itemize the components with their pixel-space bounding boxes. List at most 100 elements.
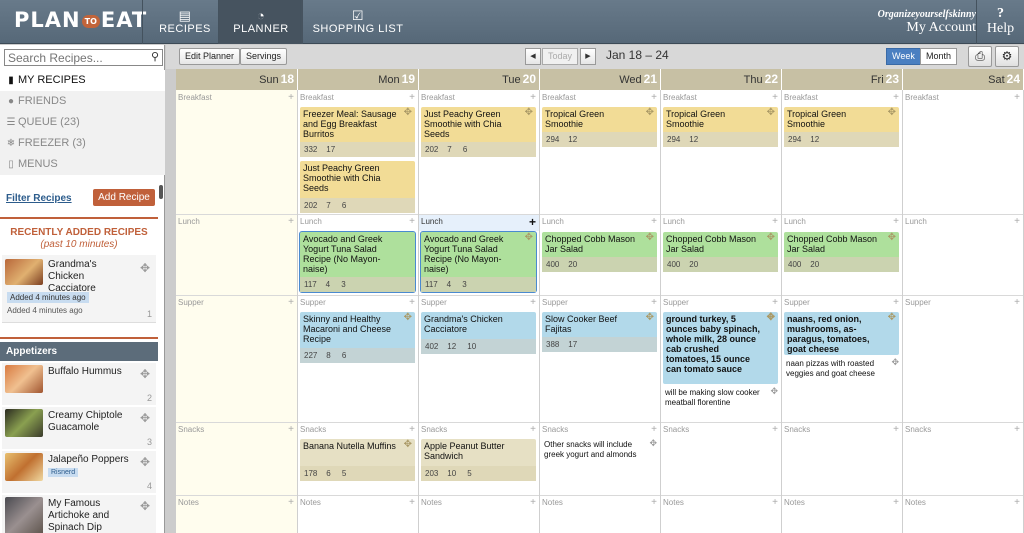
- add-icon[interactable]: +: [288, 497, 294, 508]
- recipe-card[interactable]: Skinny and Healthy Macaroni and Cheese R…: [300, 312, 415, 363]
- recipe-card[interactable]: Avocado and Greek Yogurt Tuna Salad Reci…: [420, 231, 537, 293]
- edit-planner-button[interactable]: Edit Planner: [179, 48, 241, 65]
- recipe-item[interactable]: My Famous Artichoke and Spinach Dip ✥: [2, 495, 156, 533]
- add-icon[interactable]: +: [530, 497, 536, 508]
- meal-note[interactable]: will be making slow cooker meatball flo­…: [665, 388, 769, 408]
- sidebar-item-menus[interactable]: ▯ MENUS: [0, 154, 165, 175]
- sidebar-item-friends[interactable]: ● FRIENDS: [0, 91, 165, 112]
- nav-shopping-list[interactable]: ☑ SHOPPING LIST: [300, 0, 415, 44]
- add-icon[interactable]: +: [893, 297, 899, 308]
- drag-handle-icon[interactable]: ✥: [138, 411, 152, 425]
- move-icon[interactable]: ✥: [525, 108, 533, 118]
- add-icon[interactable]: +: [409, 216, 415, 227]
- add-icon[interactable]: +: [409, 497, 415, 508]
- today-button[interactable]: Today: [542, 48, 578, 65]
- add-icon[interactable]: +: [651, 216, 657, 227]
- add-icon[interactable]: +: [651, 297, 657, 308]
- recipe-card[interactable]: naans, red onion, mushrooms, as­paragus,…: [784, 312, 899, 355]
- meal-note[interactable]: Other snacks will include greek yogurt a…: [544, 440, 648, 460]
- recipe-card[interactable]: Avocado and Greek Yogurt Tuna Salad Reci…: [299, 231, 416, 293]
- move-icon[interactable]: ✥: [891, 357, 899, 368]
- recipe-card[interactable]: Tropical Green Smoothie ✥ 294 12: [784, 107, 899, 147]
- recipe-card[interactable]: Tropical Green Smoothie ✥ 294 12: [542, 107, 657, 147]
- add-icon[interactable]: +: [1014, 297, 1020, 308]
- recipe-card[interactable]: Chopped Cobb Ma­son Jar Salad ✥ 400 20: [542, 232, 657, 272]
- move-icon[interactable]: ✥: [767, 108, 775, 118]
- add-icon[interactable]: +: [651, 424, 657, 435]
- sidebar-item-freezer[interactable]: ❄ FREEZER (3): [0, 133, 165, 154]
- servings-button[interactable]: Servings: [240, 48, 288, 65]
- scrollbar-thumb[interactable]: [159, 185, 163, 199]
- add-icon[interactable]: +: [530, 424, 536, 435]
- add-icon[interactable]: +: [409, 92, 415, 103]
- move-icon[interactable]: ✥: [646, 233, 654, 243]
- nav-planner[interactable]: ◔ PLANNER: [218, 0, 303, 44]
- prev-week-icon[interactable]: ◀: [525, 48, 541, 65]
- add-icon[interactable]: +: [529, 215, 536, 229]
- sidebar-item-queue[interactable]: ☰ QUEUE (23): [0, 112, 165, 133]
- week-view-button[interactable]: Week: [886, 48, 921, 65]
- add-icon[interactable]: +: [530, 297, 536, 308]
- add-icon[interactable]: +: [1014, 497, 1020, 508]
- drag-handle-icon[interactable]: ✥: [138, 261, 152, 275]
- add-icon[interactable]: +: [288, 297, 294, 308]
- move-icon[interactable]: ✥: [646, 313, 654, 323]
- add-icon[interactable]: +: [651, 497, 657, 508]
- add-recipe-button[interactable]: Add Recipe: [93, 189, 155, 206]
- move-icon[interactable]: ✥: [404, 108, 412, 118]
- add-icon[interactable]: +: [893, 497, 899, 508]
- drag-handle-icon[interactable]: ✥: [138, 455, 152, 469]
- add-icon[interactable]: +: [288, 216, 294, 227]
- move-icon[interactable]: ✥: [770, 386, 778, 397]
- add-icon[interactable]: +: [651, 92, 657, 103]
- recipe-card[interactable]: Chopped Cobb Ma­son Jar Salad ✥ 400 20: [784, 232, 899, 272]
- recipe-card[interactable]: Apple Peanut Butter Sandwich 203 10 5: [421, 439, 536, 481]
- add-icon[interactable]: +: [893, 92, 899, 103]
- gear-icon[interactable]: ⚙: [995, 46, 1019, 67]
- recipe-card[interactable]: Grandma's Chicken Cacciatore 402 12 10: [421, 312, 536, 354]
- section-header[interactable]: Appetizers: [0, 342, 158, 361]
- recipe-card[interactable]: Freezer Meal: Sausage and Egg Breakfast …: [300, 107, 415, 157]
- recipe-card[interactable]: Slow Cooker Beef Fajitas ✥ 388 17: [542, 312, 657, 352]
- my-account[interactable]: Organizeyourselfskinny My Account: [868, 9, 976, 36]
- add-icon[interactable]: +: [288, 424, 294, 435]
- recipe-card[interactable]: Banana Nutella Muffins ✥ 178 6 5: [300, 439, 415, 481]
- add-icon[interactable]: +: [409, 424, 415, 435]
- add-icon[interactable]: +: [893, 424, 899, 435]
- add-icon[interactable]: +: [530, 92, 536, 103]
- move-icon[interactable]: ✥: [767, 233, 775, 243]
- search-input[interactable]: [5, 50, 135, 65]
- recipe-item[interactable]: Grandma's Chicken Cacciatore ✥ Added 4 m…: [2, 255, 156, 323]
- add-icon[interactable]: +: [772, 497, 778, 508]
- move-icon[interactable]: ✥: [767, 313, 775, 323]
- recipe-item[interactable]: Jalapeño Poppers Risnerd ✥ 4: [2, 451, 156, 493]
- add-icon[interactable]: +: [772, 424, 778, 435]
- add-icon[interactable]: +: [772, 216, 778, 227]
- move-icon[interactable]: ✥: [525, 233, 533, 243]
- month-view-button[interactable]: Month: [920, 48, 958, 65]
- move-icon[interactable]: ✥: [404, 440, 412, 450]
- sidebar-scrollbar[interactable]: [158, 185, 165, 533]
- recipe-card[interactable]: Tropical Green Smoothie ✥ 294 12: [663, 107, 778, 147]
- move-icon[interactable]: ✥: [888, 313, 896, 323]
- recipe-card[interactable]: ground turkey, 5 ounces baby spinach, wh…: [663, 312, 778, 384]
- recipe-item[interactable]: Buffalo Hummus ✥ 2: [2, 363, 156, 405]
- help-button[interactable]: ? Help: [976, 0, 1024, 44]
- search-icon[interactable]: ⚲: [151, 50, 159, 63]
- next-week-icon[interactable]: ▶: [580, 48, 596, 65]
- nav-recipes[interactable]: ▤ RECIPES: [142, 0, 227, 44]
- move-icon[interactable]: ✥: [888, 233, 896, 243]
- move-icon[interactable]: ✥: [888, 108, 896, 118]
- meal-note[interactable]: naan pizzas with roasted veggies and goa…: [786, 359, 890, 379]
- drag-handle-icon[interactable]: ✥: [138, 499, 152, 513]
- move-icon[interactable]: ✥: [404, 313, 412, 323]
- add-icon[interactable]: +: [1014, 424, 1020, 435]
- add-icon[interactable]: +: [772, 92, 778, 103]
- drag-handle-icon[interactable]: ✥: [138, 367, 152, 381]
- add-icon[interactable]: +: [409, 297, 415, 308]
- filter-recipes-link[interactable]: Filter Recipes: [6, 193, 72, 204]
- recipe-card[interactable]: Chopped Cobb Ma­son Jar Salad ✥ 400 20: [663, 232, 778, 272]
- print-icon[interactable]: ⎙: [968, 46, 992, 67]
- move-icon[interactable]: ✥: [646, 108, 654, 118]
- recipe-item[interactable]: Creamy Chiptole Guacamole ✥ 3: [2, 407, 156, 449]
